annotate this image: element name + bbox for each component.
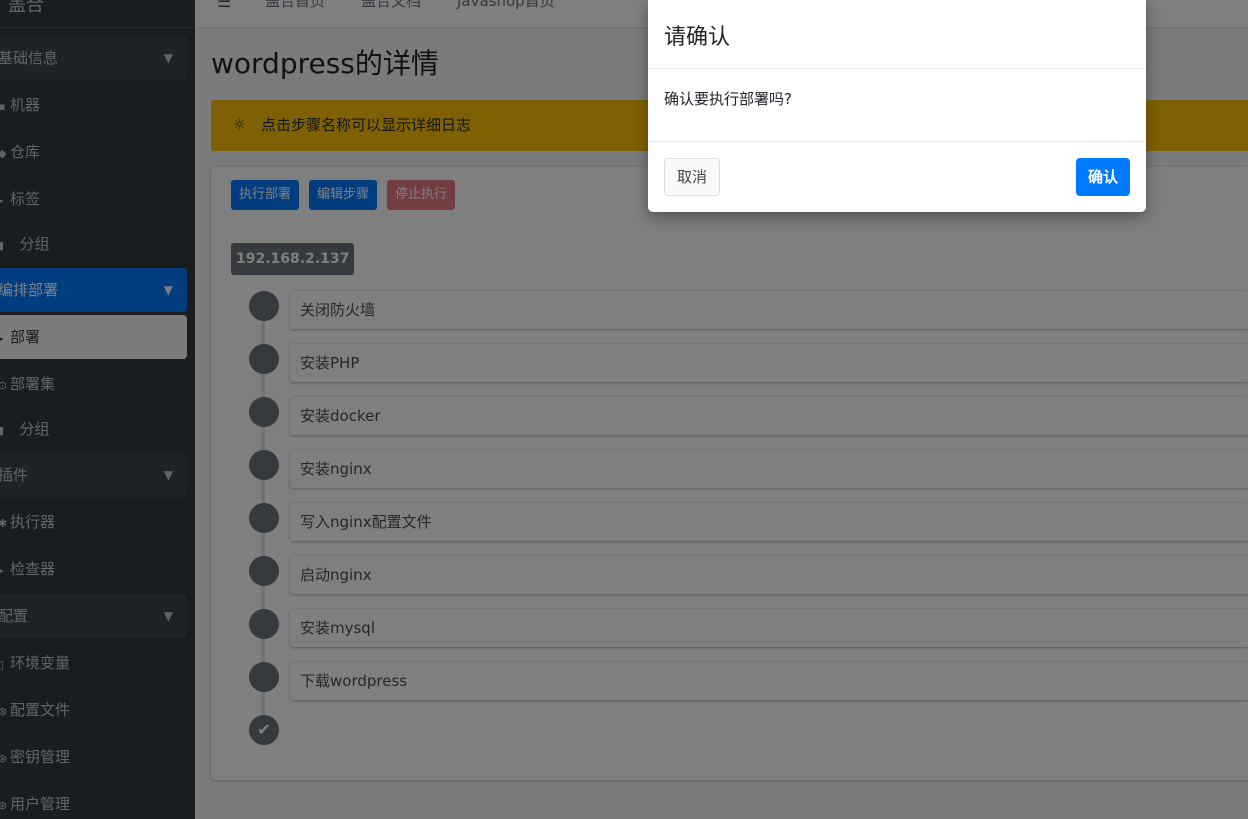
- confirm-dialog: 请确认 确认要执行部署吗? 取消 确认: [648, 0, 1146, 212]
- modal-message: 确认要执行部署吗?: [664, 90, 792, 108]
- confirm-button[interactable]: 确认: [1075, 158, 1130, 196]
- modal-body: 确认要执行部署吗?: [648, 69, 1146, 142]
- modal-header: 请确认: [648, 0, 1146, 69]
- modal-footer: 取消 确认: [648, 142, 1146, 212]
- modal-title: 请确认: [664, 25, 731, 50]
- cancel-button[interactable]: 取消: [664, 158, 721, 196]
